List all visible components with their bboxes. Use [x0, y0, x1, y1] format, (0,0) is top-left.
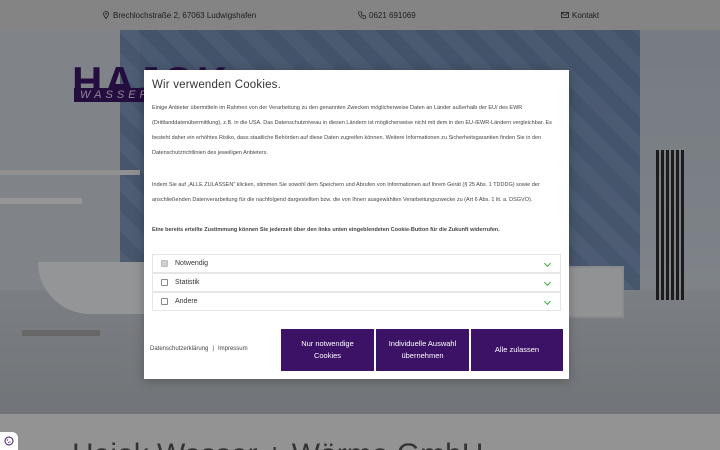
chevron-down-icon[interactable] [543, 279, 552, 288]
allow-all-button[interactable]: Alle zulassen [471, 329, 563, 371]
other-checkbox[interactable] [161, 298, 168, 305]
category-label: Notwendig [175, 260, 209, 267]
individual-selection-button[interactable]: Individuelle Auswahl übernehmen [376, 329, 469, 371]
category-label: Statistik [175, 279, 200, 286]
dialog-text-consent: Indem Sie auf „ALLE ZULASSEN" klicken, s… [152, 182, 540, 203]
category-necessary[interactable]: Notwendig [152, 254, 561, 273]
statistics-checkbox[interactable] [161, 279, 168, 286]
dialog-text-transfer: Einige Anbieter übermitteln im Rahmen vo… [152, 105, 552, 156]
category-label: Andere [175, 298, 198, 305]
privacy-link[interactable]: Datenschutzerklärung [150, 346, 208, 352]
cookie-consent-dialog: Wir verwenden Cookies. Einige Anbieter ü… [144, 70, 569, 379]
cookie-icon [4, 436, 14, 446]
link-separator: | [212, 346, 214, 352]
chevron-down-icon[interactable] [543, 298, 552, 307]
imprint-link[interactable]: Impressum [218, 346, 248, 352]
chevron-down-icon[interactable] [543, 260, 552, 269]
category-other[interactable]: Andere [152, 292, 561, 311]
dialog-title: Wir verwenden Cookies. [152, 79, 282, 91]
dialog-text-revoke: Eine bereits erteilte Zustimmung können … [152, 227, 500, 233]
necessary-checkbox [161, 260, 168, 267]
category-statistics[interactable]: Statistik [152, 273, 561, 292]
necessary-cookies-button[interactable]: Nur notwendige Cookies [281, 329, 374, 371]
dialog-footer-links: Datenschutzerklärung | Impressum [150, 346, 248, 352]
cookie-settings-button[interactable] [0, 432, 18, 450]
